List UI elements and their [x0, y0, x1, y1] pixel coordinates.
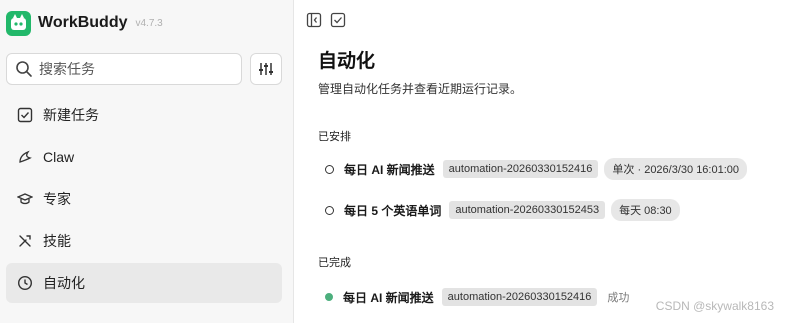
page-description: 管理自动化任务并查看近期运行记录。 [318, 82, 523, 96]
search-box[interactable] [6, 53, 242, 85]
sliders-icon [259, 63, 273, 75]
filter-button[interactable] [250, 53, 282, 85]
task-id-tag: automation-20260330152416 [441, 288, 598, 306]
page-title: 自动化 [318, 51, 376, 72]
clock-icon [16, 274, 34, 292]
sidebar-item-label: 自动化 [43, 275, 85, 291]
main-panel: 自动化 管理自动化任务并查看近期运行记录。 已安排 每日 AI 新闻推送 aut… [295, 0, 790, 323]
scheduled-task-row[interactable]: 每日 5 个英语单词 automation-20260330152453 每天 … [325, 199, 680, 221]
collapse-sidebar-icon[interactable] [306, 12, 322, 28]
scheduled-task-row[interactable]: 每日 AI 新闻推送 automation-20260330152416 单次 … [325, 158, 748, 180]
search-input[interactable] [39, 61, 229, 77]
task-name: 每日 5 个英语单词 [344, 203, 442, 218]
expert-icon [16, 190, 34, 208]
watermark: CSDN @skywalk8163 [655, 299, 774, 313]
sidebar-nav: 新建任务 Claw 专家 技能 自动化 [6, 95, 282, 305]
sidebar-item-expert[interactable]: 专家 [6, 179, 282, 219]
sidebar-item-label: 新建任务 [43, 107, 99, 123]
success-status-icon [325, 293, 333, 301]
pending-status-icon [325, 205, 334, 215]
section-completed-label: 已完成 [318, 257, 351, 269]
sidebar-item-label: 技能 [43, 233, 71, 249]
completed-task-row[interactable]: 每日 AI 新闻推送 automation-20260330152416 成功 [325, 286, 629, 308]
toolbar [306, 12, 346, 28]
sidebar-item-new-task[interactable]: 新建任务 [6, 95, 282, 135]
section-scheduled-label: 已安排 [318, 131, 351, 143]
app-version: v4.7.3 [135, 17, 163, 29]
task-id-tag: automation-20260330152416 [442, 160, 599, 178]
sidebar-item-label: Claw [43, 149, 75, 165]
pending-status-icon [325, 164, 334, 174]
sidebar-item-label: 专家 [43, 191, 71, 207]
app-name: WorkBuddy [38, 14, 128, 31]
status-text: 成功 [607, 292, 630, 304]
sidebar-item-skills[interactable]: 技能 [6, 221, 282, 261]
workbuddy-logo-icon [6, 10, 31, 36]
schedule-badge: 每天 08:30 [611, 199, 680, 221]
sidebar: WorkBuddy v4.7.3 新建任务 [0, 0, 294, 323]
schedule-badge: 单次 · 2026/3/30 16:01:00 [604, 158, 748, 180]
sidebar-item-automation[interactable]: 自动化 [6, 263, 282, 303]
task-name: 每日 AI 新闻推送 [343, 290, 434, 305]
new-task-icon[interactable] [330, 12, 346, 28]
task-name: 每日 AI 新闻推送 [344, 162, 435, 177]
search-icon [16, 61, 32, 77]
brand: WorkBuddy v4.7.3 [6, 10, 163, 36]
task-id-tag: automation-20260330152453 [449, 201, 606, 219]
claw-icon [16, 148, 34, 166]
new-task-icon [16, 106, 34, 124]
skills-icon [16, 232, 34, 250]
sidebar-item-claw[interactable]: Claw [6, 137, 282, 177]
